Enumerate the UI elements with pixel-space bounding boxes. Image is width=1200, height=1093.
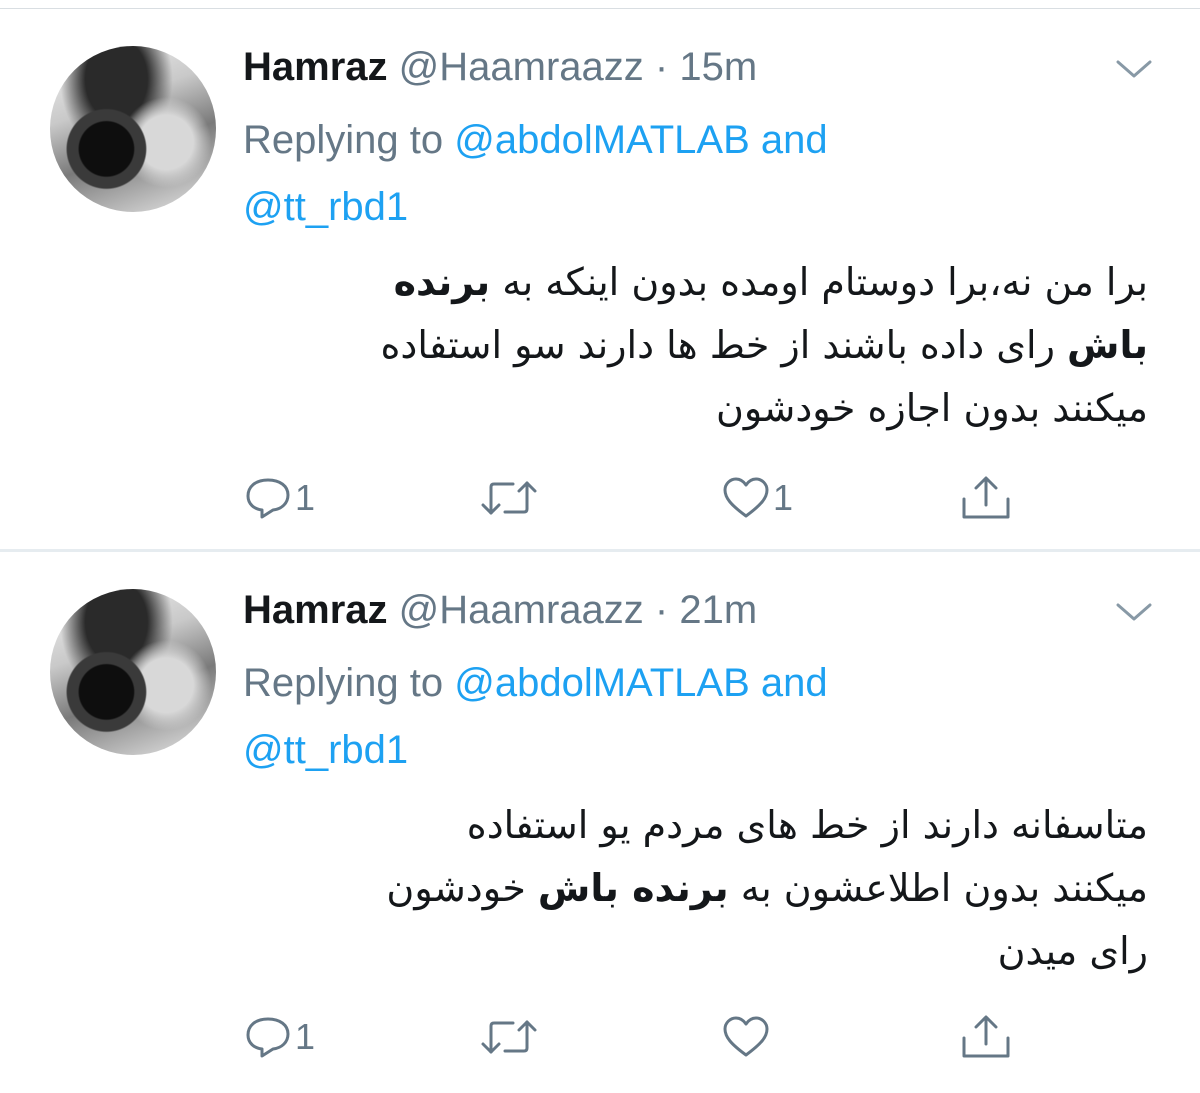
tweet-header: Hamraz @Haamraazz · 15m: [243, 42, 757, 92]
like-count: 1: [773, 477, 794, 518]
retweet-button[interactable]: [479, 468, 541, 528]
tweet-line: متاسفانه دارند از خط های مردم یو استفاده: [466, 803, 1148, 847]
mention-and[interactable]: and: [750, 118, 828, 162]
tweet-line: میکنند بدون اجازه خودشون: [715, 386, 1148, 430]
tweet-line: برا من نه،برا دوستام اومده بدون اینکه به…: [238, 251, 1148, 314]
hashtag-text: برنده باش: [537, 866, 729, 910]
tweet-text: برا من نه،برا دوستام اومده بدون اینکه به…: [238, 251, 1148, 440]
replying-prefix: Replying to: [243, 661, 455, 705]
avatar[interactable]: [50, 589, 216, 755]
share-icon: [962, 1015, 1010, 1058]
mention-and[interactable]: and: [750, 661, 828, 705]
replying-to: Replying to @abdolMATLAB and @tt_rbd1: [243, 107, 963, 241]
retweet-button[interactable]: [479, 1007, 541, 1067]
text-segment: برا من نه،برا دوستام اومده بدون اینکه به: [490, 260, 1148, 304]
share-button[interactable]: [958, 1007, 1014, 1067]
user-handle[interactable]: @Haamraazz: [399, 588, 644, 632]
replying-prefix: Replying to: [243, 118, 455, 162]
tweet-line: باش رای داده باشند از خط ها دارند سو است…: [238, 314, 1148, 377]
share-icon: [962, 476, 1010, 519]
chevron-down-icon[interactable]: [1114, 55, 1154, 83]
share-button[interactable]: [958, 468, 1014, 528]
tweet-line: رای میدن: [997, 929, 1148, 973]
retweet-icon: [481, 1020, 537, 1054]
hashtag-text: برنده: [393, 260, 491, 304]
mention-link[interactable]: @abdolMATLAB: [454, 118, 750, 162]
tweet-actions: 1 1: [243, 468, 1043, 528]
user-name[interactable]: Hamraz: [243, 45, 388, 89]
tweet[interactable]: Hamraz @Haamraazz · 15m Replying to @abd…: [0, 9, 1200, 549]
text-segment: رای داده باشند از خط ها دارند سو استفاده: [380, 323, 1068, 367]
user-handle[interactable]: @Haamraazz: [399, 45, 644, 89]
reply-button[interactable]: 1: [243, 468, 315, 528]
mention-link[interactable]: @abdolMATLAB: [454, 661, 750, 705]
heart-icon: [723, 1016, 769, 1057]
tweet-header: Hamraz @Haamraazz · 21m: [243, 585, 757, 635]
avatar[interactable]: [50, 46, 216, 212]
chevron-down-icon[interactable]: [1114, 598, 1154, 626]
tweet-text: متاسفانه دارند از خط های مردم یو استفاده…: [238, 794, 1148, 983]
reply-button[interactable]: 1: [243, 1007, 315, 1067]
top-border: [0, 0, 1200, 9]
text-segment: خودشون: [386, 866, 538, 910]
heart-icon: [723, 477, 769, 518]
tweet[interactable]: Hamraz @Haamraazz · 21m Replying to @abd…: [0, 552, 1200, 1093]
mention-link[interactable]: @tt_rbd1: [243, 728, 408, 772]
separator-dot: ·: [654, 588, 669, 632]
like-button[interactable]: [721, 1007, 773, 1067]
reply-count: 1: [295, 1016, 316, 1057]
tweet-actions: 1: [243, 1007, 1043, 1067]
timestamp[interactable]: 21m: [679, 588, 757, 632]
user-name[interactable]: Hamraz: [243, 588, 388, 632]
mention-link[interactable]: @tt_rbd1: [243, 185, 408, 229]
reply-count: 1: [295, 477, 316, 518]
replying-to: Replying to @abdolMATLAB and @tt_rbd1: [243, 650, 963, 784]
text-segment: میکنند بدون اطلاعشون به: [728, 866, 1148, 910]
hashtag-text: باش: [1067, 323, 1148, 367]
retweet-icon: [481, 481, 537, 515]
reply-icon: [246, 1017, 290, 1058]
reply-icon: [246, 478, 290, 519]
timestamp[interactable]: 15m: [679, 45, 757, 89]
tweet-line: میکنند بدون اطلاعشون به برنده باش خودشون: [238, 857, 1148, 920]
like-button[interactable]: 1: [721, 468, 793, 528]
separator-dot: ·: [654, 45, 669, 89]
